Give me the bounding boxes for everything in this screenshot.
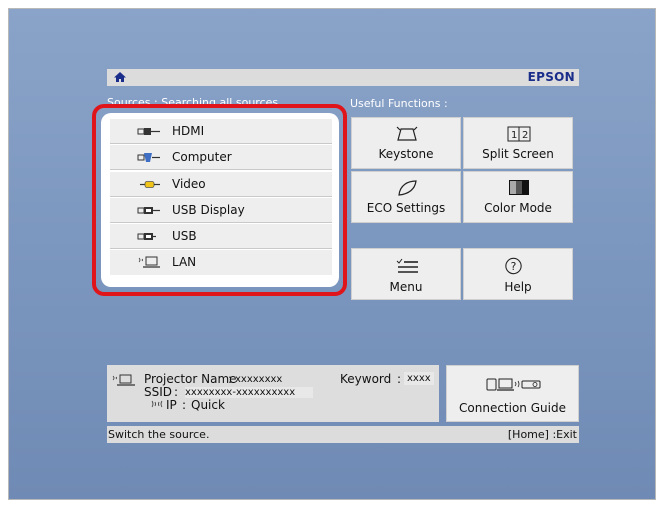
colon: : bbox=[397, 372, 402, 386]
color-mode-icon bbox=[509, 180, 529, 195]
colon: : bbox=[174, 385, 179, 399]
leaf-icon bbox=[398, 180, 417, 196]
connection-guide-button[interactable]: Connection Guide bbox=[446, 365, 579, 422]
connection-guide-icon bbox=[486, 378, 541, 391]
function-label: Keystone bbox=[378, 147, 434, 161]
keyword-label: Keyword bbox=[340, 372, 392, 386]
ip-label: IP bbox=[166, 398, 177, 412]
header-bar: EPSON bbox=[107, 69, 579, 86]
status-bar: Switch the source. [Home] :Exit bbox=[107, 426, 579, 443]
ssid-label: SSID bbox=[144, 385, 173, 399]
color-mode-button[interactable]: Color Mode bbox=[463, 171, 573, 223]
function-label: Menu bbox=[389, 280, 423, 294]
keystone-icon bbox=[396, 126, 418, 141]
projector-name-value: xxxxxxxx bbox=[235, 374, 283, 385]
lan-icon bbox=[112, 374, 135, 386]
status-hint: Switch the source. bbox=[108, 428, 210, 441]
functions-title: Useful Functions : bbox=[350, 97, 448, 110]
connection-guide-label: Connection Guide bbox=[459, 401, 566, 415]
ssid-value: xxxxxxxx-xxxxxxxxxx bbox=[185, 387, 314, 398]
menu-icon bbox=[396, 258, 418, 273]
wifi-icon bbox=[151, 400, 163, 408]
exit-hint: [Home] :Exit bbox=[507, 428, 577, 441]
function-label: Color Mode bbox=[484, 201, 552, 215]
colon: : bbox=[182, 398, 187, 412]
help-button[interactable]: ? Help bbox=[463, 248, 573, 300]
home-icon[interactable] bbox=[113, 70, 127, 84]
ip-value: Quick bbox=[191, 398, 225, 412]
keystone-button[interactable]: Keystone bbox=[351, 117, 461, 169]
network-info-panel: Projector Name : xxxxxxxx SSID : xxxxxxx… bbox=[107, 365, 439, 422]
svg-text:?: ? bbox=[511, 260, 517, 273]
function-label: Split Screen bbox=[482, 147, 554, 161]
split-screen-icon: 1 2 bbox=[507, 126, 531, 142]
menu-button[interactable]: Menu bbox=[351, 248, 461, 300]
help-icon: ? bbox=[505, 257, 522, 275]
brand-logo: EPSON bbox=[527, 70, 575, 84]
eco-settings-button[interactable]: ECO Settings bbox=[351, 171, 461, 223]
highlight-frame bbox=[92, 104, 347, 296]
function-label: Help bbox=[504, 280, 532, 294]
function-label: ECO Settings bbox=[366, 201, 446, 215]
projector-name-label: Projector Name bbox=[144, 372, 237, 386]
svg-text:1: 1 bbox=[511, 130, 517, 141]
svg-text:2: 2 bbox=[522, 130, 528, 141]
keyword-value: xxxx bbox=[404, 372, 434, 385]
colon: : bbox=[228, 372, 233, 386]
split-screen-button[interactable]: 1 2 Split Screen bbox=[463, 117, 573, 169]
